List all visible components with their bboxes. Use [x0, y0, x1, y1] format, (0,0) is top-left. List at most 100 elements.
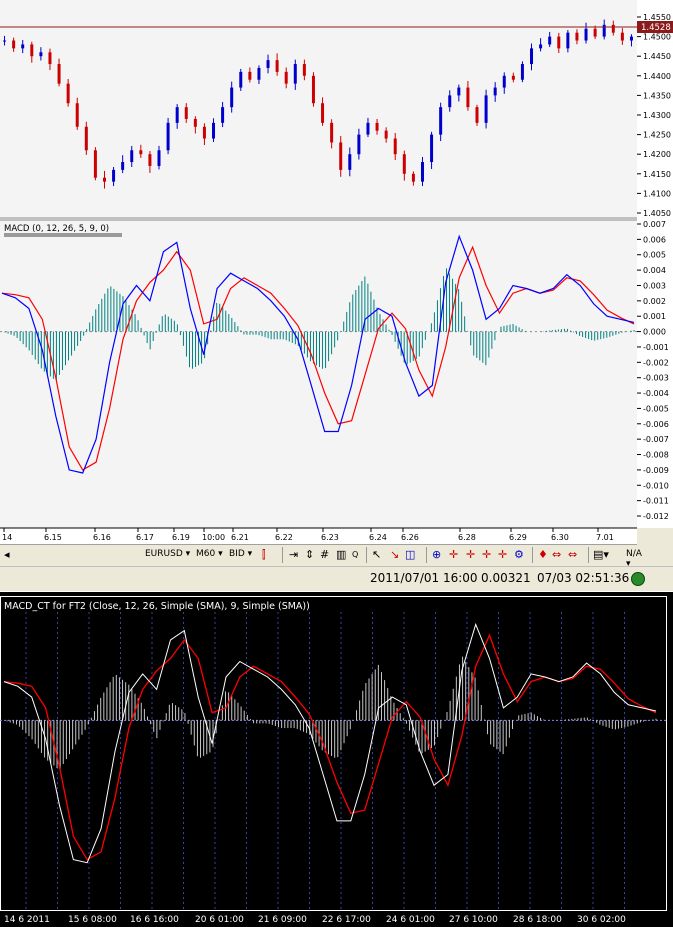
date-tick-label: 6.15 [44, 533, 62, 542]
candle-body [166, 122, 170, 151]
crosshair-3-icon[interactable]: ✛ [482, 548, 491, 562]
candle-body [611, 24, 615, 33]
candle-body [30, 44, 34, 57]
right-gutter[interactable] [637, 528, 673, 566]
candle-body [193, 118, 197, 127]
toolbar-separator [366, 547, 367, 563]
candle-body [393, 138, 397, 155]
macd-tick-label: -0.007 [643, 435, 669, 444]
symbol-select[interactable]: EURUSD ▾ [145, 549, 190, 559]
price-tick-label: 1.4350 [643, 91, 671, 100]
candle-body [266, 60, 270, 68]
candle-body [102, 177, 106, 182]
price-tick-label: 1.4050 [643, 209, 671, 218]
chart-area: 1.4550 1.4500 1.4450 1.4400 1.4350 1.4300 1.42… [0, 0, 673, 927]
candle-body [321, 103, 325, 123]
shift-end-icon[interactable]: ⇥ [289, 548, 298, 562]
candle-body [66, 83, 70, 104]
macd-tick-label: -0.009 [643, 466, 669, 475]
crosshair-2-icon[interactable]: ✛ [466, 548, 475, 562]
arrows-icon[interactable]: ⇔ [552, 548, 561, 562]
properties-icon[interactable]: ⚙ [514, 548, 524, 562]
macd-tick-label: 0.004 [643, 266, 666, 275]
side-select[interactable]: BID ▾ [229, 549, 252, 559]
chart-type-icon[interactable]: ⫿ [262, 548, 266, 562]
macd-tick-label: 0.006 [643, 235, 666, 244]
candle-body [257, 67, 261, 80]
toolbar-separator [532, 547, 533, 563]
status-bar: 2011/07/01 16:00 0.00321 07/03 02:51:36 [0, 566, 673, 591]
candle-body [239, 71, 243, 88]
candle-body [112, 169, 116, 182]
date-tick-label: 6.30 [551, 533, 569, 542]
shapes-icon[interactable]: ◫ [405, 548, 415, 562]
ct-date-label: 16 6 16:00 [130, 915, 179, 925]
bars-icon[interactable]: ▥ [336, 548, 346, 562]
candle-body [302, 64, 306, 76]
candle-body [539, 44, 543, 49]
candle-body [484, 95, 488, 123]
candle-body [39, 52, 43, 57]
date-tick-label: 6.24 [369, 533, 387, 542]
date-tick-label: 6.17 [136, 533, 154, 542]
draw-tool-icon[interactable]: ↘ [390, 548, 399, 562]
candle-body [430, 134, 434, 163]
candle-body [502, 75, 506, 88]
ct-date-label: 20 6 01:00 [195, 915, 244, 925]
date-tick-label: 6.19 [172, 533, 190, 542]
candle-body [139, 150, 143, 155]
date-tick-label: 6.22 [275, 533, 293, 542]
price-tick-label: 1.4400 [643, 72, 671, 81]
price-tick-label: 1.4250 [643, 131, 671, 140]
ct-date-label: 30 6 02:00 [577, 915, 626, 925]
price-panel-bg [0, 0, 637, 217]
price-tick-label: 1.4500 [643, 33, 671, 42]
candle-body [557, 36, 561, 49]
crosshair-4-icon[interactable]: ✛ [498, 548, 507, 562]
cursor-icon[interactable]: ↖ [372, 548, 381, 562]
ct-date-label: 22 6 17:00 [322, 915, 371, 925]
ct-date-label: 15 6 08:00 [68, 915, 117, 925]
candle-body [439, 107, 443, 135]
current-price-label: 1.4528 [641, 23, 671, 33]
candle-body [375, 122, 379, 131]
macd-tick-label: -0.006 [643, 420, 669, 429]
candle-body [593, 28, 597, 37]
connection-icon[interactable] [631, 572, 645, 586]
ct-date-label: 14 6 2011 [4, 915, 50, 925]
candle-body [212, 122, 216, 139]
grid-icon[interactable]: # [320, 548, 329, 562]
candle-body [284, 71, 288, 84]
macd-tick-label: -0.002 [643, 358, 669, 367]
scale-fix-icon[interactable]: ⇕ [305, 548, 314, 562]
magnifier-q-icon[interactable]: Q [352, 548, 358, 562]
arrows-2-icon[interactable]: ⇔ [568, 548, 577, 562]
macd-tick-label: -0.011 [643, 497, 669, 506]
price-tick-label: 1.4550 [643, 13, 671, 22]
candle-body [248, 71, 252, 80]
scroll-left-icon[interactable]: ◂ [4, 548, 10, 562]
macd-ct-panel-bg [0, 592, 673, 927]
candle-body [520, 64, 524, 80]
alert-icon[interactable]: ♦ [538, 548, 548, 562]
macd-tick-label: 0.005 [643, 251, 666, 260]
template-icon[interactable]: ▤▾ [593, 548, 609, 562]
candle-body [629, 36, 633, 41]
zoom-icon[interactable]: ⊕ [432, 548, 441, 562]
macd-tick-label: -0.003 [643, 374, 669, 383]
candle-body [93, 150, 97, 178]
toolbar-separator [282, 547, 283, 563]
candle-body [384, 130, 388, 139]
timeframe-select[interactable]: M60 ▾ [196, 549, 223, 559]
macd-title-bar[interactable] [4, 233, 122, 237]
date-tick-label: 10:00 [202, 533, 225, 542]
crosshair-icon[interactable]: ✛ [449, 548, 458, 562]
candle-body [3, 40, 7, 42]
candle-body [221, 107, 225, 123]
date-tick-label: 7.01 [596, 533, 614, 542]
candle-body [202, 126, 206, 139]
macd-tick-label: -0.001 [643, 343, 669, 352]
macd-tick-label: -0.005 [643, 404, 669, 413]
candle-body [575, 32, 579, 41]
candle-body [330, 122, 334, 143]
